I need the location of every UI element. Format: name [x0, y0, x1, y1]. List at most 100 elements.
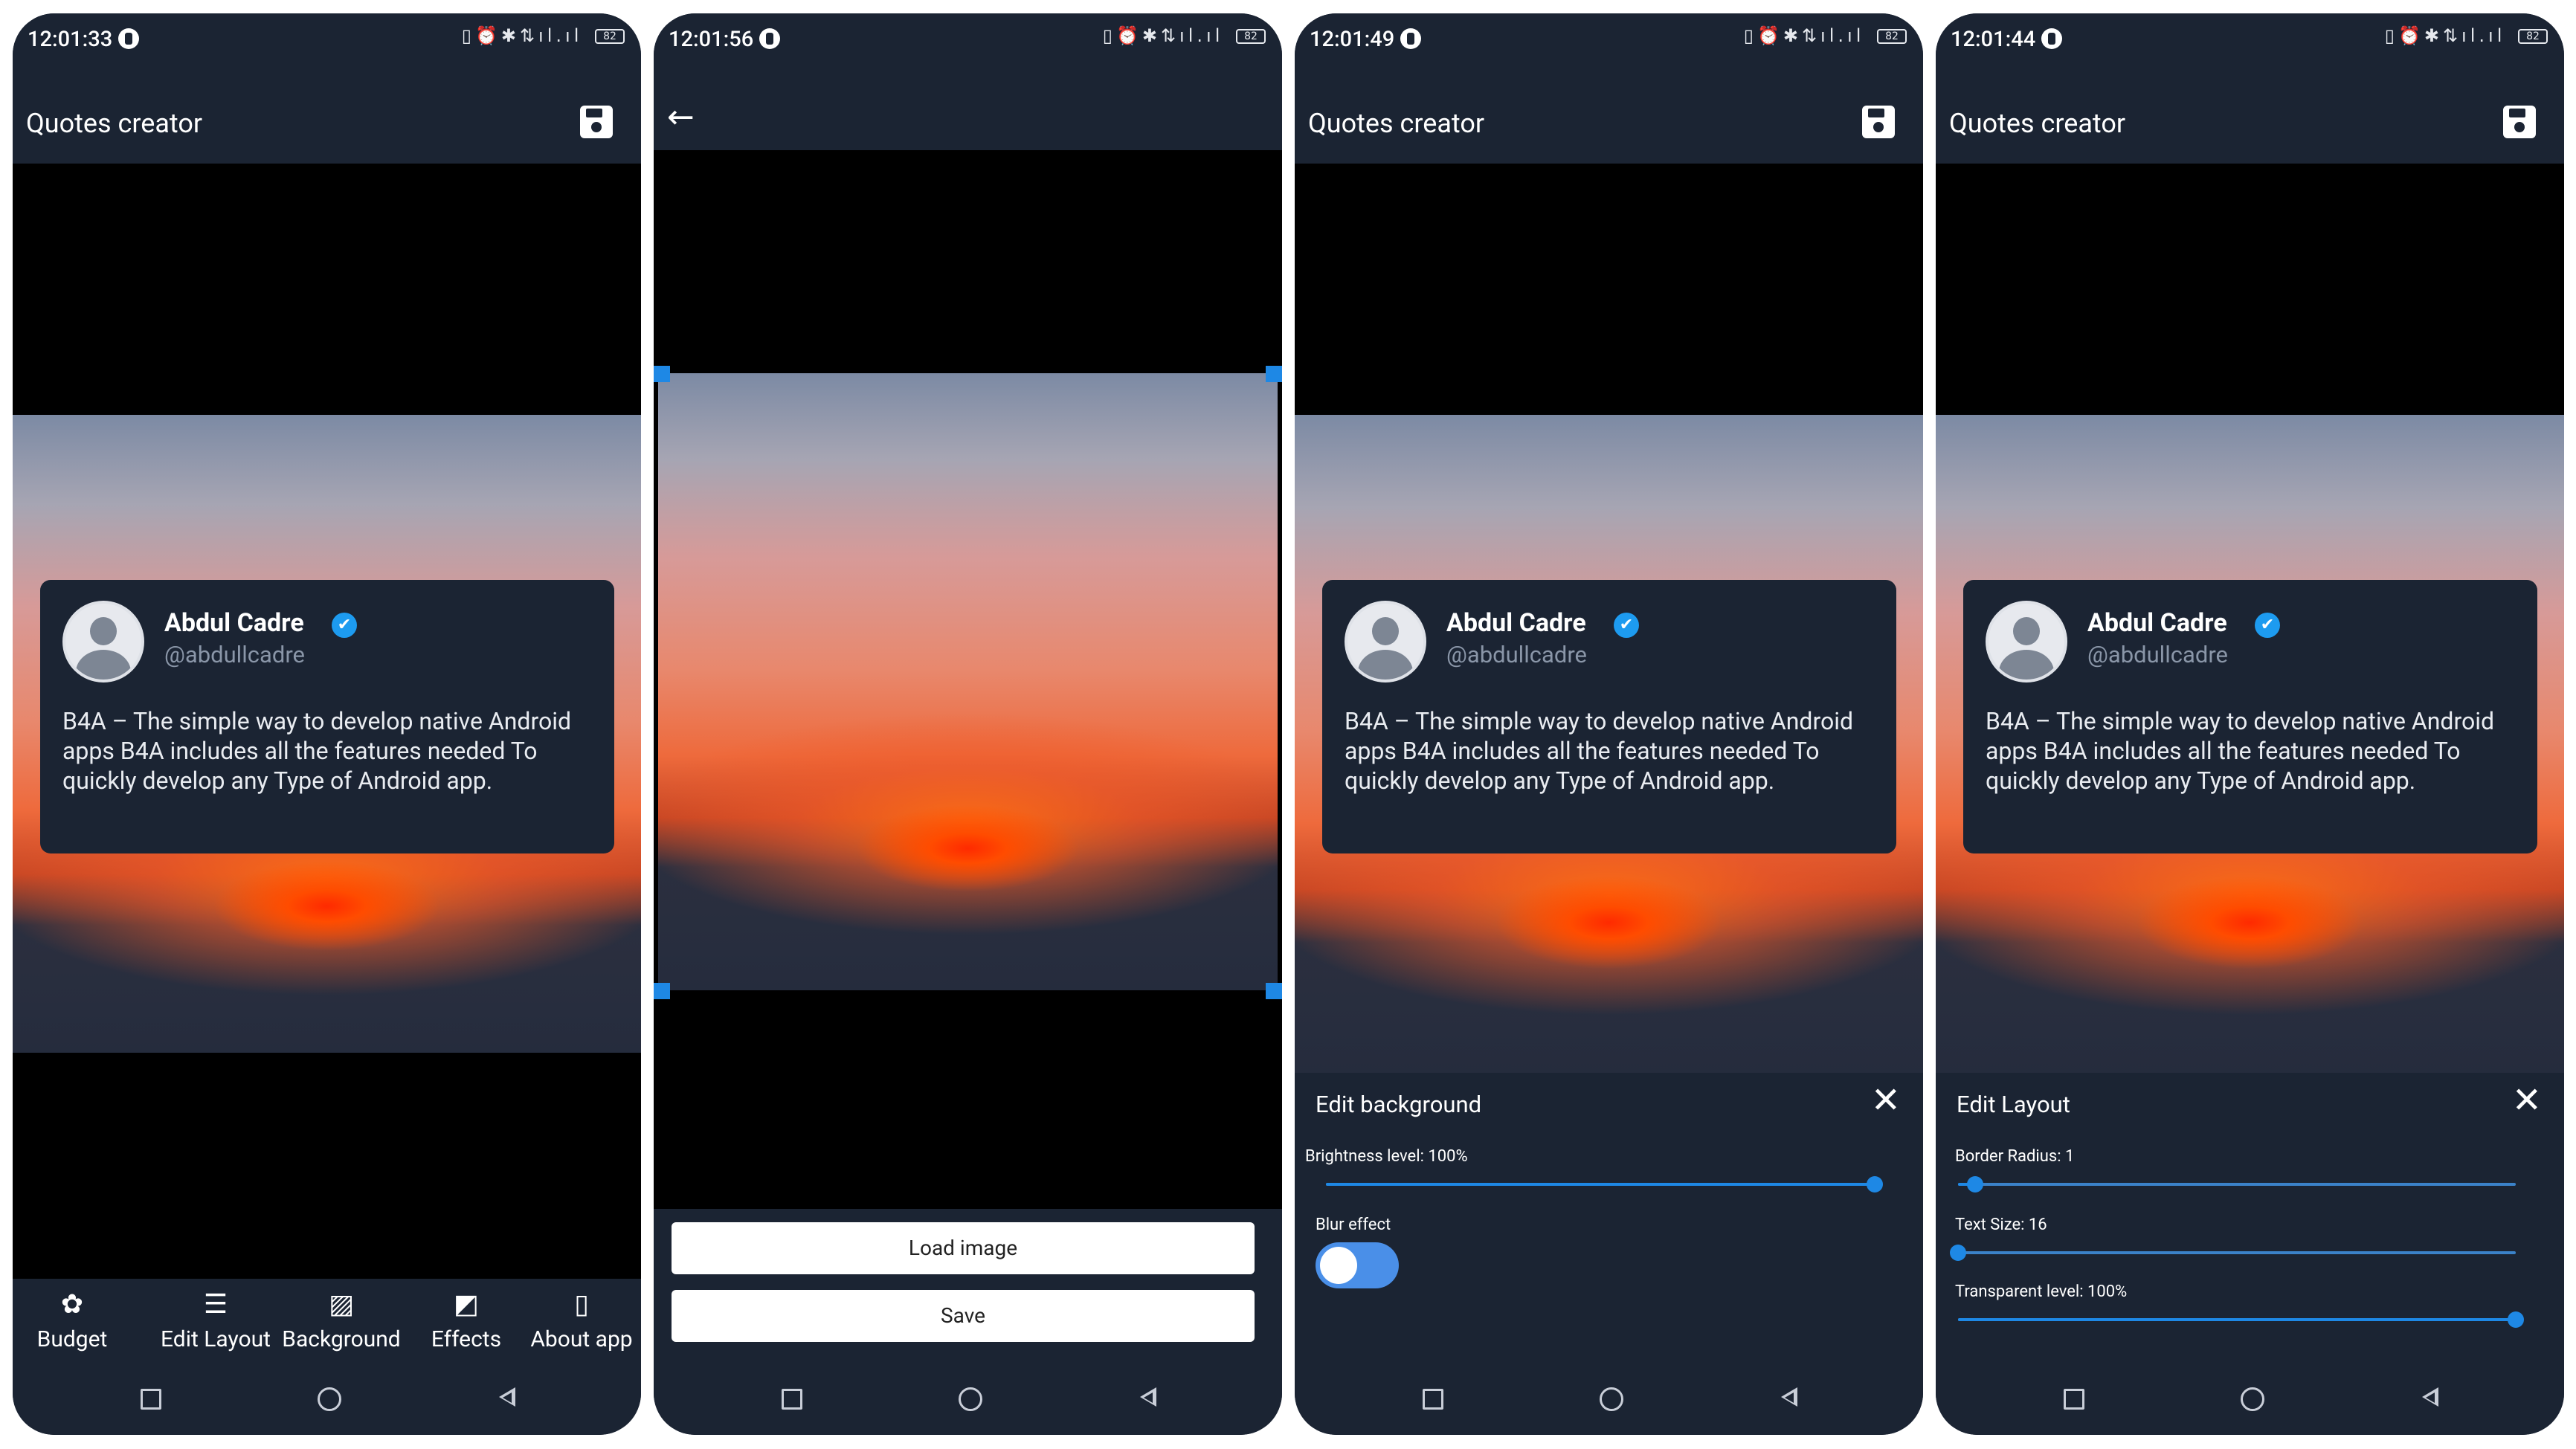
save-icon[interactable]: [580, 106, 613, 138]
transparent-level-thumb[interactable]: [2508, 1311, 2524, 1328]
crop-handle-bottom-right[interactable]: [1266, 983, 1282, 999]
app-notification-icon: [759, 28, 780, 49]
crop-handle-bottom-left[interactable]: [654, 983, 670, 999]
recents-square-icon[interactable]: [130, 1378, 167, 1416]
status-icons: ▯⏰✱⇅ıl.ıl 82: [2385, 25, 2548, 46]
tab-budget[interactable]: ✿ Budget: [28, 1279, 117, 1361]
recents-square-icon[interactable]: [771, 1378, 808, 1416]
edit-background-panel: Edit background ✕ Brightness level: 100%…: [1295, 1073, 1923, 1361]
app-title: Quotes creator: [26, 108, 203, 139]
card-quote: B4A – The simple way to develop native A…: [1345, 707, 1854, 795]
avatar: [62, 601, 144, 682]
system-nav-bar: [13, 1361, 641, 1435]
app-title: Quotes creator: [1949, 108, 2126, 139]
system-nav-bar: [654, 1361, 1282, 1435]
back-arrow-icon[interactable]: ←: [667, 98, 695, 136]
status-icons: ▯⏰✱⇅ıl.ıl 82: [1744, 25, 1907, 46]
panel-title: Edit background: [1316, 1091, 1482, 1118]
brightness-slider[interactable]: [1326, 1176, 1883, 1193]
card-name: Abdul Cadre: [1446, 608, 1586, 638]
close-icon[interactable]: ✕: [1871, 1082, 1901, 1119]
battery-icon: 82: [1877, 29, 1907, 44]
save-icon[interactable]: [2503, 106, 2536, 138]
recents-square-icon[interactable]: [1412, 1378, 1449, 1416]
toggle-knob: [1320, 1247, 1357, 1284]
brightness-label: Brightness level: 100%: [1305, 1147, 1468, 1166]
tab-label: Edit Layout: [161, 1326, 271, 1352]
tab-label: Background: [282, 1326, 401, 1352]
phone-screen-main: 12:01:33 ▯⏰✱⇅ıl.ıl 82 Quotes creator Abd…: [13, 13, 641, 1435]
verified-icon: ✔: [332, 613, 357, 638]
tab-background[interactable]: ▨ Background: [274, 1279, 408, 1361]
home-circle-icon[interactable]: [2232, 1378, 2269, 1416]
back-triangle-icon[interactable]: [1771, 1378, 1808, 1416]
save-icon[interactable]: [1862, 106, 1895, 138]
phone-screen-crop: 12:01:56 ▯⏰✱⇅ıl.ıl 82 ← Load image Save: [654, 13, 1282, 1435]
brightness-fill: [1326, 1183, 1875, 1186]
crop-image: [658, 373, 1278, 990]
app-bar: Quotes creator: [1936, 67, 2564, 164]
battery-icon: 82: [595, 29, 625, 44]
app-notification-icon: [118, 28, 139, 49]
tab-about-app[interactable]: ▯ About app: [526, 1279, 637, 1361]
quote-card[interactable]: Abdul Cadre ✔ @abdullcadre B4A – The sim…: [1322, 580, 1896, 853]
system-nav-bar: [1936, 1361, 2564, 1435]
quote-card[interactable]: Abdul Cadre ✔ @abdullcadre B4A – The sim…: [40, 580, 614, 853]
recents-square-icon[interactable]: [2053, 1378, 2090, 1416]
status-icons: ▯⏰✱⇅ıl.ıl 82: [462, 25, 625, 46]
brightness-thumb[interactable]: [1867, 1176, 1883, 1193]
transparent-level-slider[interactable]: [1958, 1311, 2524, 1328]
tab-label: Effects: [431, 1326, 502, 1352]
phone-screen-edit-layout: 12:01:44 ▯⏰✱⇅ıl.ıl 82 Quotes creator Abd…: [1936, 13, 2564, 1435]
load-image-button[interactable]: Load image: [672, 1222, 1255, 1274]
app-bar: Quotes creator: [13, 67, 641, 164]
home-circle-icon[interactable]: [950, 1378, 987, 1416]
home-circle-icon[interactable]: [309, 1378, 346, 1416]
border-radius-label: Border Radius: 1: [1955, 1147, 2075, 1166]
card-name: Abdul Cadre: [2087, 608, 2227, 638]
back-triangle-icon[interactable]: [1130, 1378, 1167, 1416]
app-bar: Quotes creator: [1295, 67, 1923, 164]
card-handle: @abdullcadre: [1446, 641, 1587, 668]
border-radius-thumb[interactable]: [1966, 1176, 1983, 1193]
app-bar: ←: [654, 67, 1282, 150]
home-circle-icon[interactable]: [1591, 1378, 1628, 1416]
status-bar: 12:01:44 ▯⏰✱⇅ıl.ıl 82: [1936, 13, 2564, 67]
quote-canvas: Abdul Cadre ✔ @abdullcadre B4A – The sim…: [1295, 164, 1923, 1074]
system-nav-bar: [1295, 1361, 1923, 1435]
crop-handle-top-right[interactable]: [1266, 366, 1282, 382]
avatar: [1986, 601, 2067, 682]
transparent-level-fill: [1958, 1318, 2516, 1321]
status-time: 12:01:33: [28, 27, 113, 52]
avatar: [1345, 601, 1426, 682]
status-bar: 12:01:56 ▯⏰✱⇅ıl.ıl 82: [654, 13, 1282, 67]
text-size-slider[interactable]: [1950, 1245, 2516, 1261]
card-quote: B4A – The simple way to develop native A…: [1986, 707, 2495, 795]
panel-title: Edit Layout: [1957, 1091, 2070, 1118]
text-size-label: Text Size: 16: [1955, 1216, 2047, 1234]
status-bar: 12:01:33 ▯⏰✱⇅ıl.ıl 82: [13, 13, 641, 67]
back-triangle-icon[interactable]: [489, 1378, 526, 1416]
phone-screen-edit-background: 12:01:49 ▯⏰✱⇅ıl.ıl 82 Quotes creator Abd…: [1295, 13, 1923, 1435]
border-radius-slider[interactable]: [1958, 1176, 2516, 1193]
text-size-thumb[interactable]: [1950, 1245, 1966, 1261]
save-button[interactable]: Save: [672, 1290, 1255, 1342]
quote-card[interactable]: Abdul Cadre ✔ @abdullcadre B4A – The sim…: [1963, 580, 2537, 853]
app-notification-icon: [1400, 28, 1421, 49]
status-time: 12:01:49: [1310, 27, 1395, 52]
close-icon[interactable]: ✕: [2512, 1082, 2542, 1119]
card-quote: B4A – The simple way to develop native A…: [62, 707, 572, 795]
blur-toggle[interactable]: [1316, 1242, 1399, 1288]
badge-check-icon: ✿: [60, 1289, 84, 1320]
tab-effects[interactable]: ◩ Effects: [414, 1279, 518, 1361]
tab-edit-layout[interactable]: ☰ Edit Layout: [145, 1279, 286, 1361]
status-time: 12:01:56: [669, 27, 754, 52]
battery-icon: 82: [1236, 29, 1266, 44]
status-bar: 12:01:49 ▯⏰✱⇅ıl.ıl 82: [1295, 13, 1923, 67]
verified-icon: ✔: [2255, 613, 2280, 638]
tab-label: Budget: [36, 1326, 108, 1352]
back-triangle-icon[interactable]: [2412, 1378, 2449, 1416]
phone-info-icon: ▯: [574, 1289, 589, 1320]
bottom-tabs: ✿ Budget ☰ Edit Layout ▨ Background ◩ Ef…: [13, 1279, 641, 1361]
crop-handle-top-left[interactable]: [654, 366, 670, 382]
